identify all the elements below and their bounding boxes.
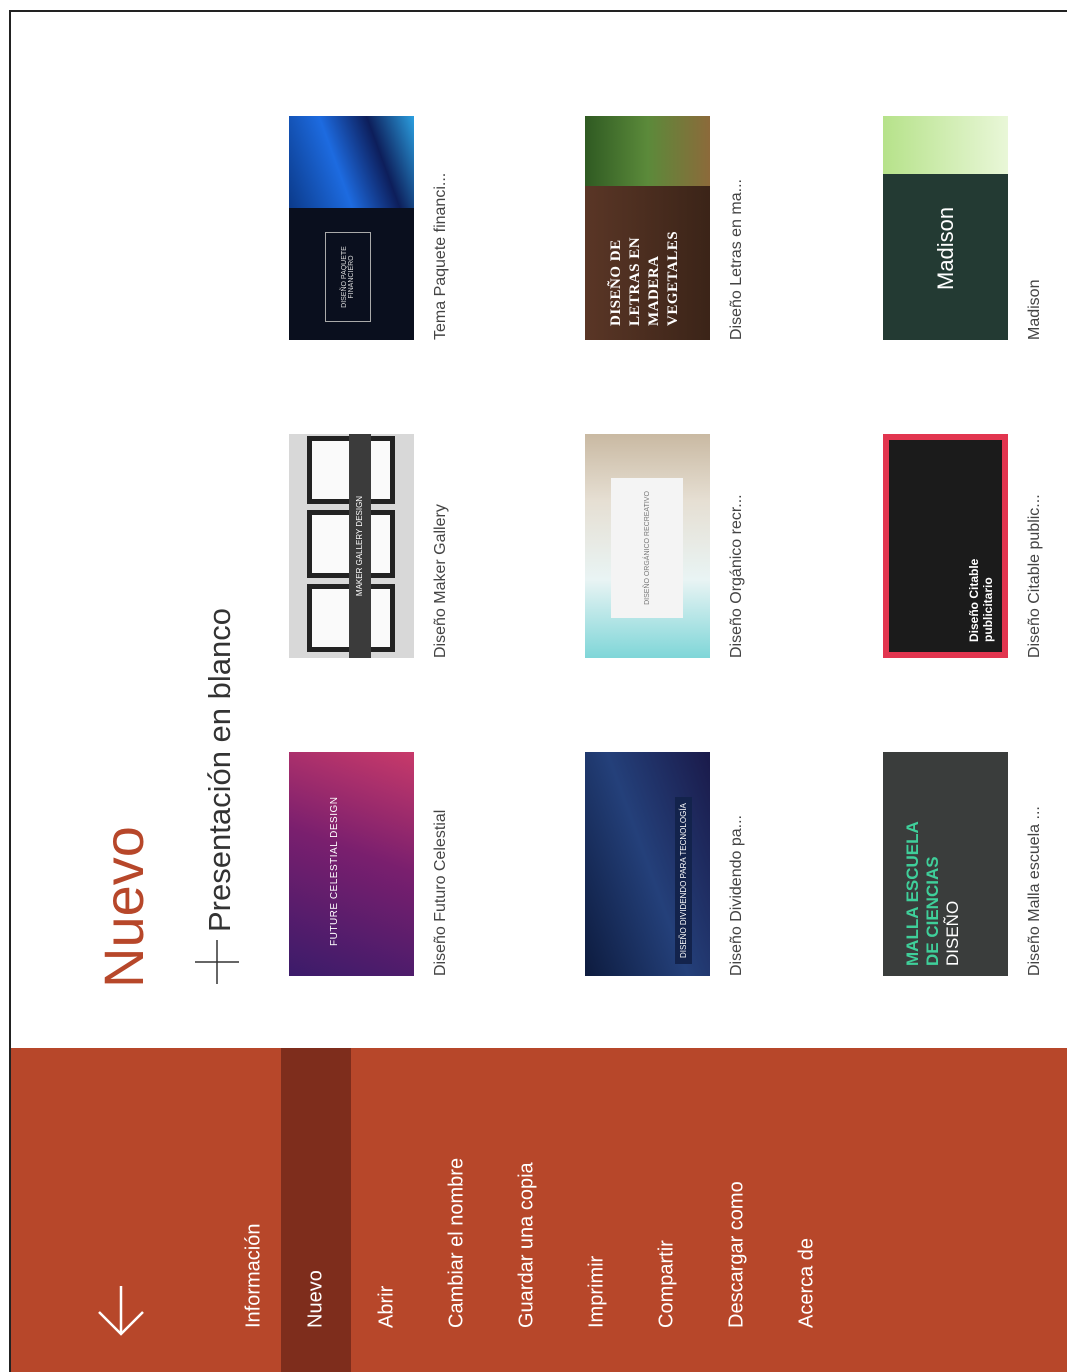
app-window: Información Nuevo Abrir Cambiar el nombr… [9,10,1067,1372]
template-caption: Diseño Maker Gallery [432,504,449,658]
template-caption: Diseño Letras en ma... [728,179,745,340]
sidebar-item-informacion[interactable]: Información [219,1048,289,1372]
template-tile[interactable]: MAKER GALLERY DESIGN Diseño Maker Galler… [289,428,450,658]
template-caption: Diseño Orgánico recr... [728,494,745,658]
sidebar-item-imprimir[interactable]: Imprimir [562,1048,632,1372]
sidebar-item-label: Acerca de [795,1237,818,1328]
blank-presentation-button[interactable]: Presentación en blanco [193,608,247,986]
plus-icon [193,932,247,986]
sidebar-item-acerca[interactable]: Acerca de [772,1048,842,1372]
template-thumbnail: Madison [883,116,1008,340]
sidebar-item-label: Nuevo [304,1270,327,1328]
backstage-view: Información Nuevo Abrir Cambiar el nombr… [11,12,1067,1372]
sidebar: Información Nuevo Abrir Cambiar el nombr… [11,1048,1067,1372]
template-tile[interactable]: DISEÑO ORGÁNICO RECREATIVO Diseño Orgáni… [585,428,746,658]
template-tile[interactable]: DISEÑO PAQUETE FINANCIERO Tema Paquete f… [289,110,450,340]
sidebar-item-guardar-copia[interactable]: Guardar una copia [492,1048,562,1372]
template-thumbnail: DISEÑO DIVIDENDO PARA TECNOLOGÍA [585,752,710,976]
template-tile[interactable]: DISEÑO DIVIDENDO PARA TECNOLOGÍA Diseño … [585,746,746,976]
template-tile[interactable]: Diseño Citable publicitario Diseño Citab… [883,428,1044,658]
template-thumbnail: DISEÑO DE LETRAS EN MADERA VEGETALES [585,116,710,340]
sidebar-item-label: Guardar una copia [515,1162,538,1328]
sidebar-item-nuevo[interactable]: Nuevo [281,1048,351,1372]
template-caption: Madison [1026,279,1043,340]
sidebar-item-abrir[interactable]: Abrir [352,1048,422,1372]
template-thumbnail: DISEÑO PAQUETE FINANCIERO [289,116,414,340]
template-caption: Tema Paquete financi... [432,172,449,340]
template-thumbnail: MAKER GALLERY DESIGN [289,434,414,658]
template-thumbnail: DISEÑO ORGÁNICO RECREATIVO [585,434,710,658]
template-caption: Diseño Citable public... [1026,494,1043,658]
sidebar-item-label: Imprimir [585,1255,608,1328]
sidebar-item-label: Abrir [375,1285,398,1328]
sidebar-item-label: Información [242,1223,265,1329]
sidebar-item-label: Descargar como [725,1181,748,1328]
template-caption: Diseño Dividendo pa... [728,815,745,976]
blank-presentation-label: Presentación en blanco [202,607,237,932]
template-tile[interactable]: FUTURE CELESTIAL DESIGN Diseño Futuro Ce… [289,746,450,976]
sidebar-item-compartir[interactable]: Compartir [632,1048,702,1372]
arrow-left-icon [98,1286,144,1336]
template-thumbnail: FUTURE CELESTIAL DESIGN [289,752,414,976]
back-button[interactable] [95,1280,147,1340]
sidebar-item-descargar[interactable]: Descargar como [702,1048,772,1372]
template-tile[interactable]: MALLA ESCUELA DE CIENCIAS DISEÑO Diseño M… [883,746,1044,976]
template-tile[interactable]: DISEÑO DE LETRAS EN MADERA VEGETALES Dis… [585,110,746,340]
template-caption: Diseño Futuro Celestial [432,809,449,976]
main-panel: Nuevo Presentación en blanco FUTURE CELE… [11,12,1067,1048]
template-caption: Diseño Malla escuela ... [1026,806,1043,976]
sidebar-item-label: Cambiar el nombre [445,1157,468,1328]
template-thumbnail: MALLA ESCUELA DE CIENCIAS DISEÑO [883,752,1008,976]
sidebar-item-cambiar-nombre[interactable]: Cambiar el nombre [422,1048,492,1372]
page-title: Nuevo [92,826,155,988]
template-tile[interactable]: Madison Madison [883,110,1044,340]
template-thumbnail: Diseño Citable publicitario [883,434,1008,658]
sidebar-item-label: Compartir [655,1240,678,1328]
